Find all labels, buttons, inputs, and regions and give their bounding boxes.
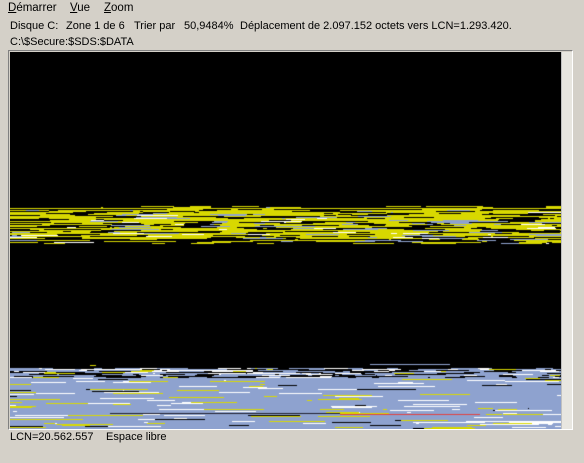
disk-label: Disque C: [10, 20, 59, 32]
lcn-label: LCN=20.562.557 [10, 431, 94, 443]
menu-vue-label: ue [77, 2, 91, 14]
zone-label: Zone 1 de 6 [66, 20, 125, 32]
sort-label: Trier par [134, 20, 176, 32]
cluster-map[interactable] [10, 52, 561, 429]
menu-bar: Démarrer Vue Zoom [0, 0, 584, 17]
menu-zoom[interactable]: Zoom [104, 2, 133, 15]
menu-vue[interactable]: Vue [70, 2, 90, 15]
menu-zoom-label: oom [111, 2, 134, 14]
vertical-scrollbar[interactable] [561, 52, 572, 429]
percent-label: 50,9484% [184, 20, 234, 32]
menu-demarrer-label: émarrer [16, 2, 57, 14]
space-label: Espace libre [106, 431, 167, 443]
menu-zoom-mnemonic: Z [104, 2, 112, 14]
menu-demarrer[interactable]: Démarrer [8, 2, 57, 15]
current-file-path: C:\$Secure:$SDS:$DATA [10, 36, 134, 48]
action-label: Déplacement de 2.097.152 octets vers LCN… [240, 20, 512, 32]
